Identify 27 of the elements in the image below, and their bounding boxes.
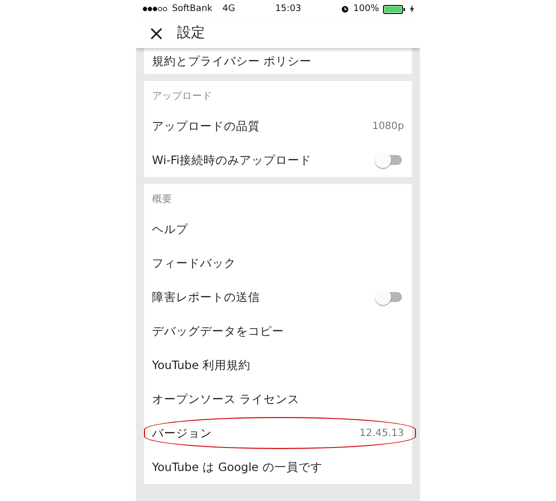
setting-label[interactable]: YouTube 利用規約 bbox=[152, 358, 250, 372]
setting-label[interactable]: YouTube は Google の一員です bbox=[152, 460, 322, 474]
setting-label[interactable]: オープンソース ライセンス bbox=[152, 392, 300, 406]
toggle-switch[interactable] bbox=[374, 288, 404, 306]
section-header: アップロード bbox=[151, 90, 213, 104]
signal-icon bbox=[142, 6, 168, 12]
carrier-name: SoftBank bbox=[172, 4, 212, 14]
network-type: 4G bbox=[222, 4, 236, 14]
setting-label[interactable]: 規約とプライバシー ポリシー bbox=[152, 54, 312, 68]
battery-icon bbox=[383, 4, 406, 14]
setting-label[interactable]: アップロードの品質 bbox=[152, 118, 260, 134]
section-header: 概要 bbox=[151, 192, 173, 207]
setting-label[interactable]: フィードバック bbox=[152, 256, 236, 270]
battery-percent: 100% bbox=[353, 4, 379, 14]
charging-icon bbox=[410, 5, 414, 13]
setting-value: 1080p bbox=[372, 120, 404, 132]
setting-label[interactable]: 障害レポートの送信 bbox=[152, 290, 260, 304]
setting-label[interactable]: ヘルプ bbox=[152, 222, 188, 236]
screen-title: 設定 bbox=[176, 24, 205, 42]
setting-label[interactable]: バージョン bbox=[152, 426, 212, 440]
alarm-icon bbox=[341, 5, 350, 13]
clock-time: 15:03 bbox=[275, 4, 302, 14]
setting-label[interactable]: Wi-Fi接続時のみアップロード bbox=[152, 152, 312, 168]
setting-value: 12.45.13 bbox=[359, 428, 404, 438]
toggle-switch[interactable] bbox=[374, 151, 404, 169]
close-button[interactable]: × bbox=[148, 23, 165, 43]
setting-label[interactable]: デバッグデータをコピー bbox=[152, 324, 284, 338]
